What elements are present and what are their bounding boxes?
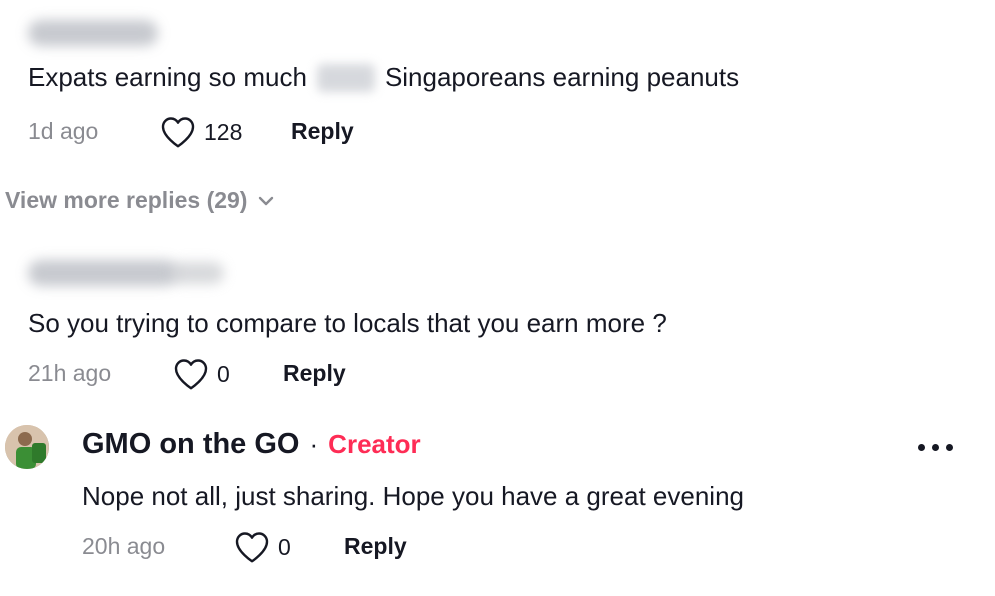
avatar-image xyxy=(5,425,49,469)
author-name[interactable]: GMO on the GO xyxy=(82,428,300,461)
username-emoji-blurred xyxy=(170,262,224,284)
more-horizontal-icon xyxy=(918,444,925,451)
like-count: 128 xyxy=(204,118,243,145)
more-horizontal-icon xyxy=(932,444,939,451)
comment-header: GMO on the GO · Creator xyxy=(82,428,421,461)
reply-button[interactable]: Reply xyxy=(291,118,354,145)
heart-outline-icon xyxy=(235,532,269,563)
comment-timestamp: 1d ago xyxy=(28,118,99,144)
heart-outline-icon xyxy=(174,359,208,390)
like-button[interactable]: 0 xyxy=(234,530,291,564)
redacted-emoji xyxy=(316,63,375,92)
comment-text-part: Expats earning so much xyxy=(28,62,307,92)
comment-text: Nope not all, just sharing. Hope you hav… xyxy=(82,481,744,511)
more-options-button[interactable] xyxy=(918,444,953,451)
more-horizontal-icon xyxy=(946,444,953,451)
heart-outline-icon xyxy=(161,117,195,148)
reply-button[interactable]: Reply xyxy=(283,360,346,387)
like-button[interactable]: 0 xyxy=(173,357,230,391)
like-count: 0 xyxy=(278,533,291,560)
commenter-username-blurred[interactable] xyxy=(28,260,178,286)
chevron-down-icon xyxy=(259,196,274,205)
comment-text-part: Singaporeans earning peanuts xyxy=(384,62,740,92)
like-button[interactable]: 128 xyxy=(160,115,242,149)
like-count: 0 xyxy=(217,360,230,387)
separator-dot: · xyxy=(309,429,319,459)
commenter-username-blurred[interactable] xyxy=(28,20,158,46)
comment-timestamp: 21h ago xyxy=(28,360,112,386)
comment-text: Expats earning so much Singaporeans earn… xyxy=(28,62,739,93)
view-more-replies-button[interactable]: View more replies (29) xyxy=(5,187,275,214)
comment-text: So you trying to compare to locals that … xyxy=(28,308,667,338)
avatar[interactable] xyxy=(5,425,49,469)
reply-button[interactable]: Reply xyxy=(344,533,407,560)
creator-badge: Creator xyxy=(328,429,421,459)
view-more-label: View more replies (29) xyxy=(5,187,248,213)
comment-timestamp: 20h ago xyxy=(82,533,166,559)
